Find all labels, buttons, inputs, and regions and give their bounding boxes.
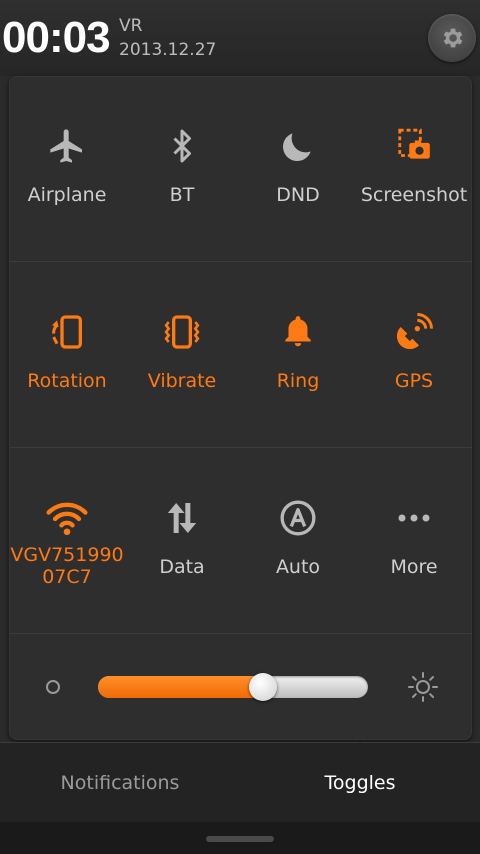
brightness-row — [9, 634, 472, 740]
toggle-airplane[interactable]: Airplane — [9, 76, 125, 262]
brightness-low-icon — [46, 680, 60, 694]
tab-toggles[interactable]: Toggles — [240, 743, 480, 823]
toggle-vibrate[interactable]: Vibrate — [124, 262, 240, 448]
airplane-icon — [50, 129, 82, 163]
toggle-label: More — [390, 556, 438, 578]
bell-icon — [285, 316, 311, 347]
auto-brightness-icon — [280, 500, 316, 536]
toggle-dnd[interactable]: DND — [240, 76, 356, 262]
toggle-label: Screenshot — [360, 184, 468, 206]
toggle-label: Airplane — [27, 184, 107, 206]
toggle-bluetooth[interactable]: BT — [124, 76, 240, 262]
tab-bar: Notifications Toggles — [0, 742, 480, 822]
data-arrows-icon — [167, 503, 197, 533]
toggle-label: Auto — [275, 556, 321, 578]
gear-icon — [443, 28, 463, 48]
rotation-icon — [52, 315, 82, 349]
toggle-row: Airplane BT DND Screenshot — [9, 76, 472, 262]
toggle-label: Rotation — [27, 370, 107, 392]
moon-icon — [282, 133, 311, 162]
clock-time: 00:03 — [2, 13, 111, 62]
toggle-gps[interactable]: GPS — [356, 262, 472, 448]
vibrate-icon — [164, 315, 200, 349]
bluetooth-icon — [173, 129, 191, 163]
toggle-row: Rotation Vibrate Ring GPS — [9, 262, 472, 448]
brightness-slider[interactable] — [98, 676, 368, 698]
toggle-label: VGV751990 07C7 — [3, 544, 131, 588]
screenshot-icon — [398, 128, 430, 159]
toggle-auto-brightness[interactable]: Auto — [240, 448, 356, 634]
toggles-panel: Airplane BT DND Screenshot Rotation Vibr… — [9, 76, 472, 740]
toggle-more[interactable]: More — [356, 448, 472, 634]
settings-button[interactable] — [428, 14, 476, 62]
status-header: 00:03 VR 2013.12.27 — [0, 0, 480, 76]
toggle-wifi[interactable]: VGV751990 07C7 — [9, 448, 125, 634]
toggle-label: Data — [159, 556, 205, 578]
toggle-label: Vibrate — [147, 370, 217, 392]
brightness-thumb[interactable] — [248, 673, 277, 701]
toggle-ring[interactable]: Ring — [240, 262, 356, 448]
toggle-label: BT — [169, 184, 195, 206]
brightness-high-icon — [408, 672, 438, 702]
gps-icon — [396, 313, 433, 350]
toggle-label: DND — [276, 184, 320, 206]
toggle-row: VGV751990 07C7 Data Auto More — [9, 448, 472, 634]
tab-notifications[interactable]: Notifications — [0, 743, 240, 823]
wifi-ssid-line1: VGV751990 — [10, 544, 124, 566]
toggle-label: GPS — [394, 370, 434, 392]
wifi-icon — [46, 502, 88, 536]
wifi-ssid-line2: 07C7 — [42, 566, 92, 588]
toggle-label: Ring — [276, 370, 320, 392]
toggle-rotation[interactable]: Rotation — [9, 262, 125, 448]
drag-handle[interactable] — [206, 836, 274, 842]
toggle-screenshot[interactable]: Screenshot — [356, 76, 472, 262]
drag-area[interactable] — [0, 822, 480, 854]
carrier-name: VR — [119, 16, 143, 36]
brightness-fill — [98, 676, 263, 698]
more-dots-icon — [398, 514, 430, 522]
toggle-data[interactable]: Data — [124, 448, 240, 634]
date-text: 2013.12.27 — [119, 40, 217, 60]
